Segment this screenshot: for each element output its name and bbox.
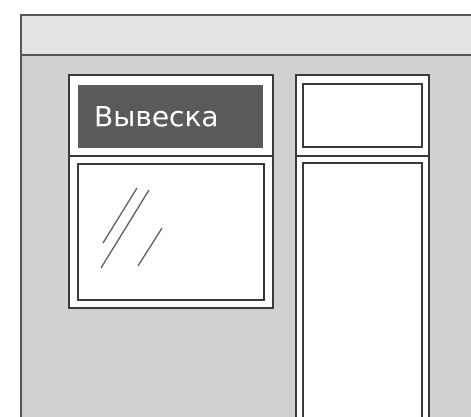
door-panel <box>302 162 423 417</box>
door-transom-window <box>302 83 423 148</box>
shop-window-glass <box>77 163 265 301</box>
door-divider <box>295 155 430 157</box>
awning <box>20 14 471 56</box>
storefront-illustration: Вывеска <box>0 0 471 417</box>
signboard: Вывеска <box>78 85 263 148</box>
shop-window-divider <box>68 155 274 157</box>
